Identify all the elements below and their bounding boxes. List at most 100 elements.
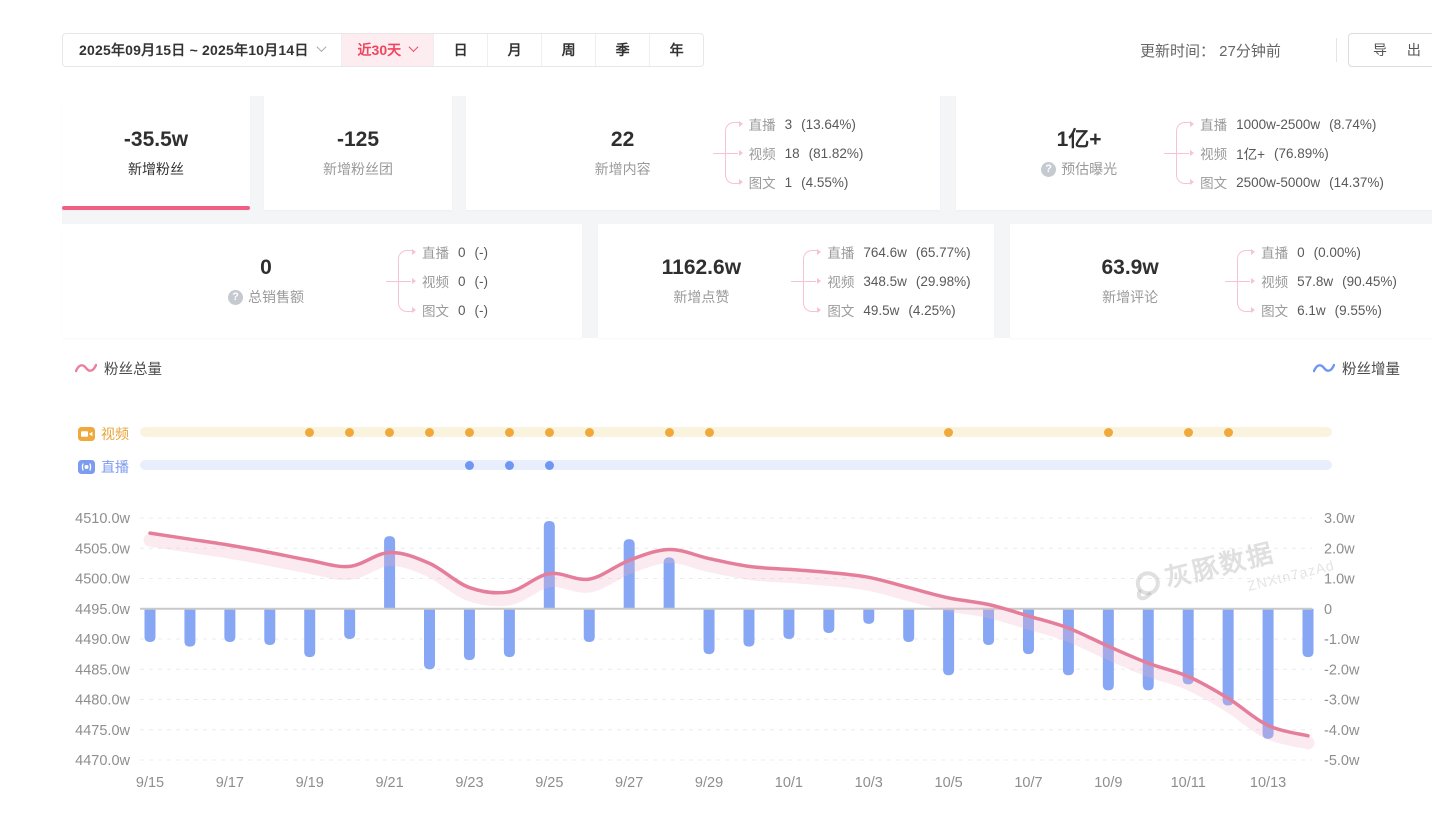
total-line-halo <box>150 540 1308 743</box>
breakdown-row: 图文6.1w(9.55%) <box>1255 300 1397 320</box>
stat-label: 新增点赞 <box>673 287 729 307</box>
stat-value: 1162.6w <box>621 255 781 280</box>
increment-bar <box>544 521 555 609</box>
breakdown-list: 直播0(-) 视频0(-) 图文0(-) <box>416 242 488 320</box>
stat-card-new-comments[interactable]: 63.9w 新增评论 直播0(0.00%) 视频57.8w(90.45%) 图文… <box>1010 224 1432 338</box>
breakdown-row: 图文49.5w(4.25%) <box>821 300 970 320</box>
breakdown-list: 直播764.6w(65.77%) 视频348.5w(29.98%) 图文49.5… <box>821 242 970 320</box>
content-dot[interactable] <box>705 428 714 437</box>
content-dot[interactable] <box>385 428 394 437</box>
increment-bar <box>1223 609 1234 706</box>
left-axis-label: 4490.0w <box>75 632 130 648</box>
x-axis-label: 9/27 <box>615 775 643 791</box>
content-dot[interactable] <box>505 461 514 470</box>
increment-bar <box>224 609 235 642</box>
left-axis-label: 4510.0w <box>75 511 130 527</box>
wave-icon <box>75 362 97 375</box>
x-axis-label: 10/1 <box>775 775 803 791</box>
increment-bar <box>145 609 156 642</box>
stat-label: 新增粉丝 <box>128 159 184 179</box>
content-dot[interactable] <box>665 428 674 437</box>
stat-value: 0 <box>156 255 376 280</box>
stat-card-new-content[interactable]: 22 新增内容 直播3(13.64%) 视频18(81.82%) 图文1(4.5… <box>466 96 940 210</box>
live-track <box>140 460 1332 470</box>
x-axis-label: 9/23 <box>455 775 483 791</box>
breakdown-row: 直播764.6w(65.77%) <box>821 242 970 262</box>
content-dot[interactable] <box>1104 428 1113 437</box>
content-dot[interactable] <box>1184 428 1193 437</box>
stat-label: 总销售额 <box>248 287 304 307</box>
x-axis-label: 10/3 <box>855 775 883 791</box>
export-button[interactable]: 导 出 <box>1348 33 1432 67</box>
stat-card-new-likes[interactable]: 1162.6w 新增点赞 直播764.6w(65.77%) 视频348.5w(2… <box>598 224 994 338</box>
stat-card-new-fans[interactable]: -35.5w 新增粉丝 <box>62 96 250 210</box>
increment-bar <box>1303 609 1314 657</box>
x-axis-label: 10/13 <box>1250 775 1286 791</box>
left-axis-label: 4485.0w <box>75 662 130 678</box>
x-axis-label: 9/19 <box>296 775 324 791</box>
left-axis-label: 4470.0w <box>75 753 130 769</box>
content-dot[interactable] <box>585 428 594 437</box>
breakdown-row: 视频348.5w(29.98%) <box>821 271 970 291</box>
legend-label: 粉丝增量 <box>1342 358 1400 379</box>
breakdown-row: 直播0(-) <box>416 242 488 262</box>
legend-fan-increment[interactable]: 粉丝增量 <box>1313 358 1400 379</box>
increment-bar <box>863 609 874 624</box>
content-dot[interactable] <box>305 428 314 437</box>
increment-bar <box>304 609 315 657</box>
breakdown-row: 直播0(0.00%) <box>1255 242 1397 262</box>
date-filter-bar: 2025年09月15日 ~ 2025年10月14日 近30天 日 月 周 季 年 <box>62 33 704 67</box>
help-icon[interactable] <box>228 290 243 305</box>
right-axis-label: 3.0w <box>1324 511 1355 527</box>
stat-card-total-sales[interactable]: 0 总销售额 直播0(-) 视频0(-) 图文0(-) <box>62 224 582 338</box>
date-range-picker[interactable]: 2025年09月15日 ~ 2025年10月14日 <box>63 34 341 66</box>
quick-range-dropdown[interactable]: 近30天 <box>341 34 434 66</box>
stat-value: -35.5w <box>124 127 188 152</box>
video-row-label: 视频 <box>101 424 129 444</box>
content-dot[interactable] <box>545 428 554 437</box>
increment-bar <box>903 609 914 642</box>
content-dot[interactable] <box>465 461 474 470</box>
video-timeline-row: 视频 <box>0 424 1432 440</box>
x-axis-label: 10/11 <box>1171 775 1206 791</box>
content-dot[interactable] <box>345 428 354 437</box>
stat-card-estimated-exposure[interactable]: 1亿+ 预估曝光 直播1000w-2500w(8.74%) 视频1亿+(76.8… <box>956 96 1432 210</box>
right-axis-label: 0 <box>1324 602 1332 618</box>
content-dot[interactable] <box>505 428 514 437</box>
content-dot[interactable] <box>545 461 554 470</box>
x-axis-label: 9/15 <box>136 775 164 791</box>
chevron-down-icon <box>316 42 326 52</box>
date-range-text: 2025年09月15日 ~ 2025年10月14日 <box>79 40 309 60</box>
legend-total-fans[interactable]: 粉丝总量 <box>75 358 162 379</box>
total-fans-line <box>150 533 1308 736</box>
tab-day[interactable]: 日 <box>433 34 487 66</box>
left-axis-label: 4500.0w <box>75 572 130 588</box>
tab-month[interactable]: 月 <box>487 34 541 66</box>
content-dot[interactable] <box>944 428 953 437</box>
x-axis-label: 10/9 <box>1094 775 1122 791</box>
stat-card-new-fanclub[interactable]: -125 新增粉丝团 <box>264 96 452 210</box>
content-dot[interactable] <box>465 428 474 437</box>
tab-week[interactable]: 周 <box>541 34 595 66</box>
x-axis-label: 10/7 <box>1014 775 1042 791</box>
tab-year[interactable]: 年 <box>649 34 703 66</box>
increment-bar <box>464 609 475 660</box>
divider <box>1336 38 1337 62</box>
breakdown-row: 图文2500w-5000w(14.37%) <box>1194 172 1384 192</box>
wave-icon <box>1313 362 1335 375</box>
stat-value: 22 <box>543 127 703 152</box>
help-icon[interactable] <box>1041 162 1056 177</box>
increment-bar <box>584 609 595 642</box>
increment-bar <box>504 609 515 657</box>
breakdown-list: 直播0(0.00%) 视频57.8w(90.45%) 图文6.1w(9.55%) <box>1255 242 1397 320</box>
tab-quarter[interactable]: 季 <box>595 34 649 66</box>
increment-bar <box>184 609 195 647</box>
right-axis-label: -5.0w <box>1324 753 1360 769</box>
breakdown-row: 视频1亿+(76.89%) <box>1194 143 1384 163</box>
chevron-down-icon <box>409 42 419 52</box>
increment-bar <box>384 536 395 609</box>
content-dot[interactable] <box>425 428 434 437</box>
stat-value: 63.9w <box>1045 255 1215 280</box>
stat-label: 预估曝光 <box>1061 159 1117 179</box>
content-dot[interactable] <box>1224 428 1233 437</box>
